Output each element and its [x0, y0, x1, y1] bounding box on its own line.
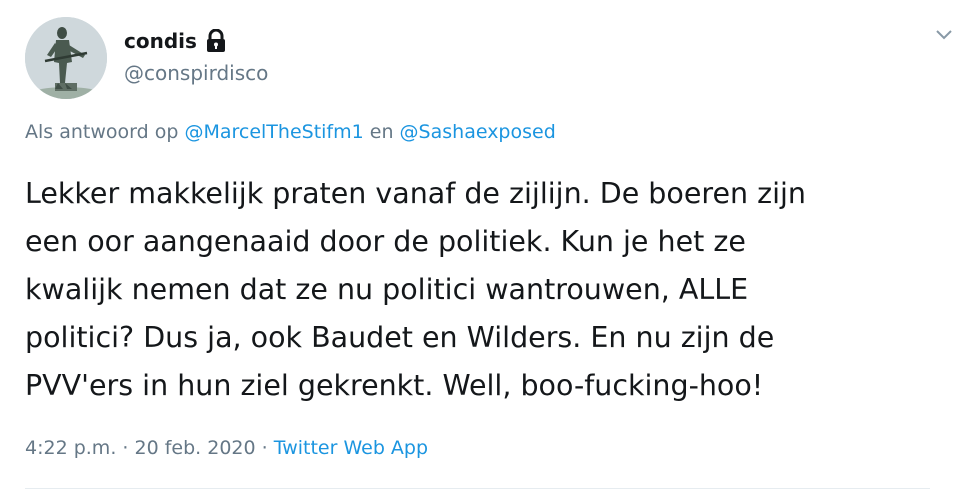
- mention-link-2[interactable]: @Sashaexposed: [400, 121, 556, 143]
- meta-separator: ·: [261, 437, 268, 459]
- tweet-card: condis @conspirdisco Als antwoord op @Ma…: [0, 0, 955, 497]
- reply-joiner: en: [369, 121, 394, 143]
- tweet-text-line: politici? Dus ja, ook Baudet en Wilders.…: [25, 321, 775, 354]
- display-name[interactable]: condis: [124, 28, 227, 54]
- user-handle[interactable]: @conspirdisco: [124, 60, 268, 86]
- tweet-text: Lekker makkelijk praten vanaf de zijlijn…: [25, 170, 950, 410]
- tweet-text-line: een oor aangenaaid door de politiek. Kun…: [25, 225, 746, 258]
- source-link[interactable]: Twitter Web App: [274, 437, 428, 459]
- tweet-text-line: kwalijk nemen dat ze nu politici wantrou…: [25, 273, 749, 306]
- tweet-meta: 4:22 p.m. · 20 feb. 2020 · Twitter Web A…: [25, 436, 428, 460]
- divider: [25, 488, 930, 489]
- avatar[interactable]: [25, 17, 107, 99]
- statue-soldier-avatar-icon: [25, 17, 107, 99]
- tweet-text-line: PVV'ers in hun ziel gekrenkt. Well, boo-…: [25, 369, 764, 402]
- tweet-date[interactable]: 20 feb. 2020: [135, 437, 256, 459]
- meta-separator: ·: [122, 437, 129, 459]
- lock-icon: [205, 28, 227, 53]
- tweet-text-line: Lekker makkelijk praten vanaf de zijlijn…: [25, 177, 806, 210]
- reply-context: Als antwoord op @MarcelTheStifm1 en @Sas…: [25, 120, 556, 144]
- tweet-time[interactable]: 4:22 p.m.: [25, 437, 116, 459]
- display-name-text[interactable]: condis: [124, 28, 197, 54]
- mention-link-1[interactable]: @MarcelTheStifm1: [184, 121, 363, 143]
- reply-prefix: Als antwoord op: [25, 121, 179, 143]
- chevron-down-icon[interactable]: [935, 25, 953, 43]
